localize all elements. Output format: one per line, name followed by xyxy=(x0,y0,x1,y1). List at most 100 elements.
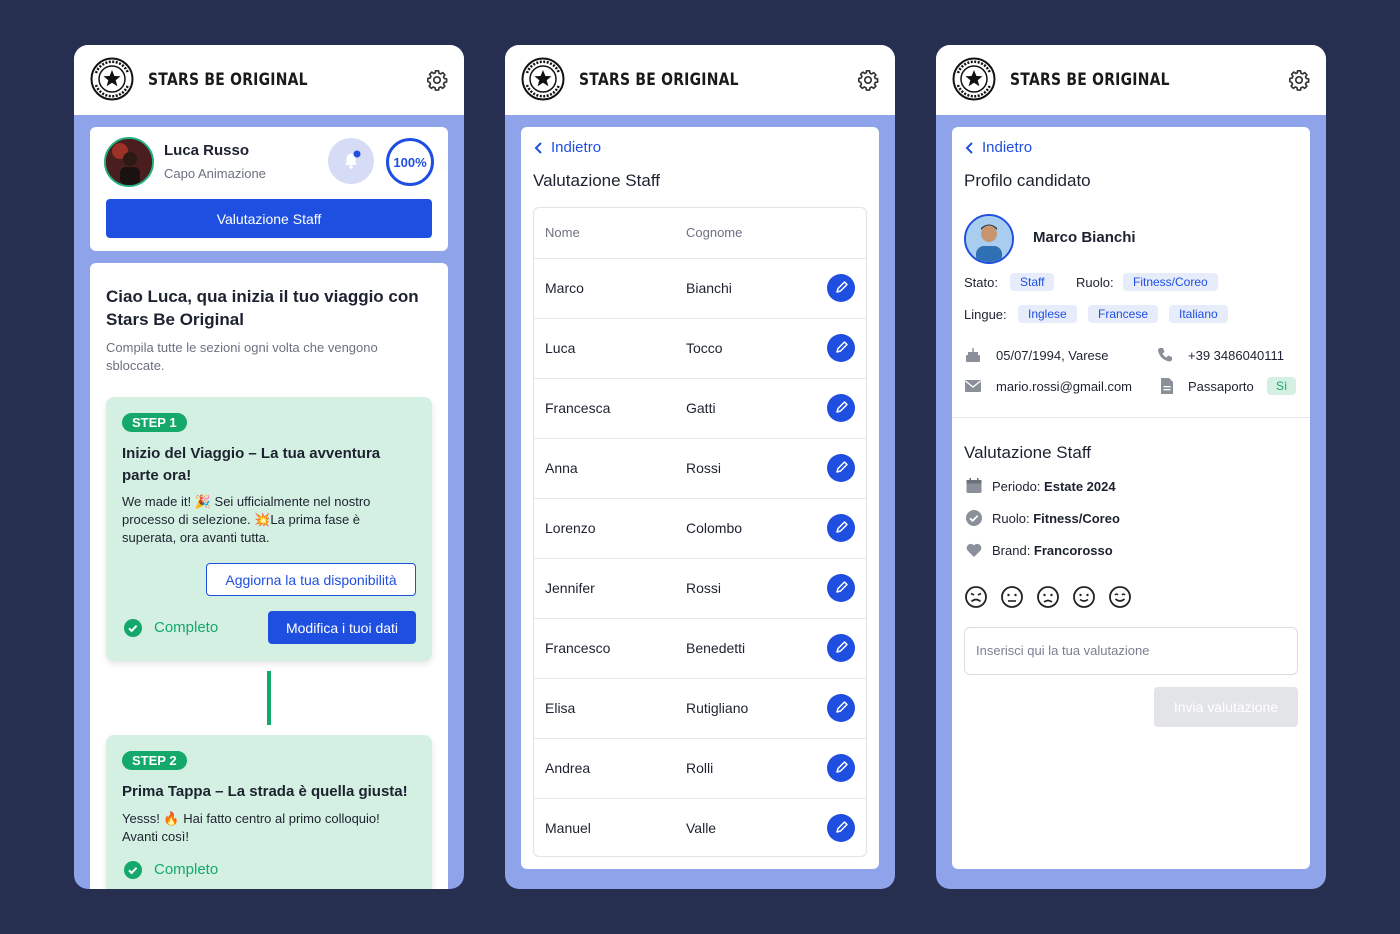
cell-surname: Rossi xyxy=(686,460,722,476)
edit-button[interactable] xyxy=(827,754,855,782)
document-icon xyxy=(1161,378,1173,394)
edit-button[interactable] xyxy=(827,334,855,362)
phone-dashboard: STARS BE ORIGINAL Luca Russo Capo Animaz… xyxy=(74,45,464,889)
edit-button[interactable] xyxy=(827,454,855,482)
pencil-icon xyxy=(836,461,848,473)
step-text-line1: Yesss! 🔥 Hai fatto centro al primo collo… xyxy=(122,811,380,826)
period-label: Periodo: xyxy=(992,479,1045,494)
table-row: Elisa Rutigliano xyxy=(534,678,866,739)
check-icon xyxy=(124,861,142,879)
brand-name: STARS BE ORIGINAL xyxy=(148,70,308,90)
stars-logo-icon xyxy=(521,57,565,101)
pencil-icon xyxy=(836,401,848,413)
table-row: Luca Tocco xyxy=(534,318,866,379)
phone-number[interactable]: +39 3486040111 xyxy=(1188,348,1284,363)
step-1-card: STEP 1 Inizio del Viaggio – La tua avven… xyxy=(106,397,432,661)
edit-data-button[interactable]: Modifica i tuoi dati xyxy=(268,611,416,644)
cell-name: Francesca xyxy=(545,400,611,416)
evaluation-input[interactable]: Inserisci qui la tua valutazione xyxy=(964,627,1298,675)
step-badge: STEP 2 xyxy=(122,751,187,770)
chevron-left-icon xyxy=(534,141,542,154)
app-header: STARS BE ORIGINAL xyxy=(936,45,1326,115)
cell-surname: Bianchi xyxy=(686,280,732,296)
submit-evaluation-button[interactable]: Invia valutazione xyxy=(1154,687,1298,727)
step-text-line2: Avanti così! xyxy=(122,829,189,844)
edit-button[interactable] xyxy=(827,694,855,722)
back-link[interactable]: Indietro xyxy=(533,139,601,156)
heart-icon xyxy=(966,543,982,557)
edit-button[interactable] xyxy=(827,394,855,422)
step-connector xyxy=(267,671,271,725)
cell-surname: Rutigliano xyxy=(686,700,749,716)
edit-button[interactable] xyxy=(827,574,855,602)
pencil-icon xyxy=(836,641,848,653)
face-happy-icon[interactable] xyxy=(1108,585,1132,609)
edit-button[interactable] xyxy=(827,634,855,662)
user-role: Capo Animazione xyxy=(164,166,266,181)
welcome-sub-line1: Compila tutte le sezioni ogni volta che … xyxy=(106,340,378,355)
page-title: Profilo candidato xyxy=(964,171,1091,190)
back-label: Indietro xyxy=(551,139,602,156)
role-label: Ruolo: xyxy=(992,511,1034,526)
step-text-line2: processo di selezione. 💥La prima fase è xyxy=(122,512,361,527)
progress-badge: 100% xyxy=(386,138,434,186)
period-value: Estate 2024 xyxy=(1044,479,1116,494)
table-row: Manuel Valle xyxy=(534,798,866,859)
pencil-icon xyxy=(836,521,848,533)
face-sad-icon[interactable] xyxy=(1000,585,1024,609)
brand-name: STARS BE ORIGINAL xyxy=(579,70,739,90)
edit-button[interactable] xyxy=(827,514,855,542)
cell-surname: Rolli xyxy=(686,760,714,776)
passport-label: Passaporto xyxy=(1188,379,1254,394)
face-smile-icon[interactable] xyxy=(1072,585,1096,609)
email-address[interactable]: mario.rossi@gmail.com xyxy=(996,379,1132,394)
edit-button[interactable] xyxy=(827,274,855,302)
staff-evaluation-button[interactable]: Valutazione Staff xyxy=(106,199,432,238)
chevron-left-icon xyxy=(965,141,973,154)
welcome-title-line2: Stars Be Original xyxy=(106,310,244,329)
table-row: Marco Bianchi xyxy=(534,258,866,319)
face-frown-icon[interactable] xyxy=(1036,585,1060,609)
section-title-evaluation: Valutazione Staff xyxy=(964,443,1091,462)
notification-button[interactable] xyxy=(328,138,374,184)
phone-candidate-profile: STARS BE ORIGINAL Indietro Profilo candi… xyxy=(936,45,1326,889)
edit-button[interactable] xyxy=(827,814,855,842)
check-icon xyxy=(124,619,142,637)
user-card: Luca Russo Capo Animazione 100% Valutazi… xyxy=(90,127,448,251)
evaluation-input-placeholder: Inserisci qui la tua valutazione xyxy=(976,643,1150,658)
cell-surname: Valle xyxy=(686,820,717,836)
language-chip: Inglese xyxy=(1018,305,1077,323)
gear-icon[interactable] xyxy=(1288,69,1310,91)
pencil-icon xyxy=(836,701,848,713)
profile-card: Indietro Profilo candidato Marco Bianchi… xyxy=(952,127,1310,869)
cell-name: Lorenzo xyxy=(545,520,596,536)
gear-icon[interactable] xyxy=(857,69,879,91)
back-label: Indietro xyxy=(982,139,1033,156)
phone-icon xyxy=(1158,348,1172,362)
status-complete: Completo xyxy=(154,861,219,878)
staff-table: Nome Cognome Marco Bianchi Luca Tocco France… xyxy=(533,207,867,857)
language-chip: Francese xyxy=(1088,305,1159,323)
welcome-title-line1: Ciao Luca, qua inizia il tuo viaggio con xyxy=(106,287,419,306)
cell-name: Marco xyxy=(545,280,584,296)
gear-icon[interactable] xyxy=(426,69,448,91)
column-header-name: Nome xyxy=(545,225,580,240)
cell-surname: Tocco xyxy=(686,340,723,356)
cell-name: Francesco xyxy=(545,640,611,656)
cell-name: Luca xyxy=(545,340,576,356)
brand-info: Brand: Francorosso xyxy=(992,543,1113,558)
role-info: Ruolo: Fitness/Coreo xyxy=(992,511,1120,526)
table-row: Jennifer Rossi xyxy=(534,558,866,619)
cell-surname: Gatti xyxy=(686,400,716,416)
status-label: Stato: xyxy=(964,275,998,290)
back-link[interactable]: Indietro xyxy=(964,139,1032,156)
pencil-icon xyxy=(836,341,848,353)
step-title-line2: parte ora! xyxy=(122,467,192,484)
passport-chip: Sì xyxy=(1267,377,1297,395)
face-angry-icon[interactable] xyxy=(964,585,988,609)
update-availability-button[interactable]: Aggiorna la tua disponibilità xyxy=(206,563,416,596)
period-info: Periodo: Estate 2024 xyxy=(992,479,1116,494)
language-chip: Italiano xyxy=(1169,305,1228,323)
pencil-icon xyxy=(836,281,848,293)
cell-name: Anna xyxy=(545,460,578,476)
